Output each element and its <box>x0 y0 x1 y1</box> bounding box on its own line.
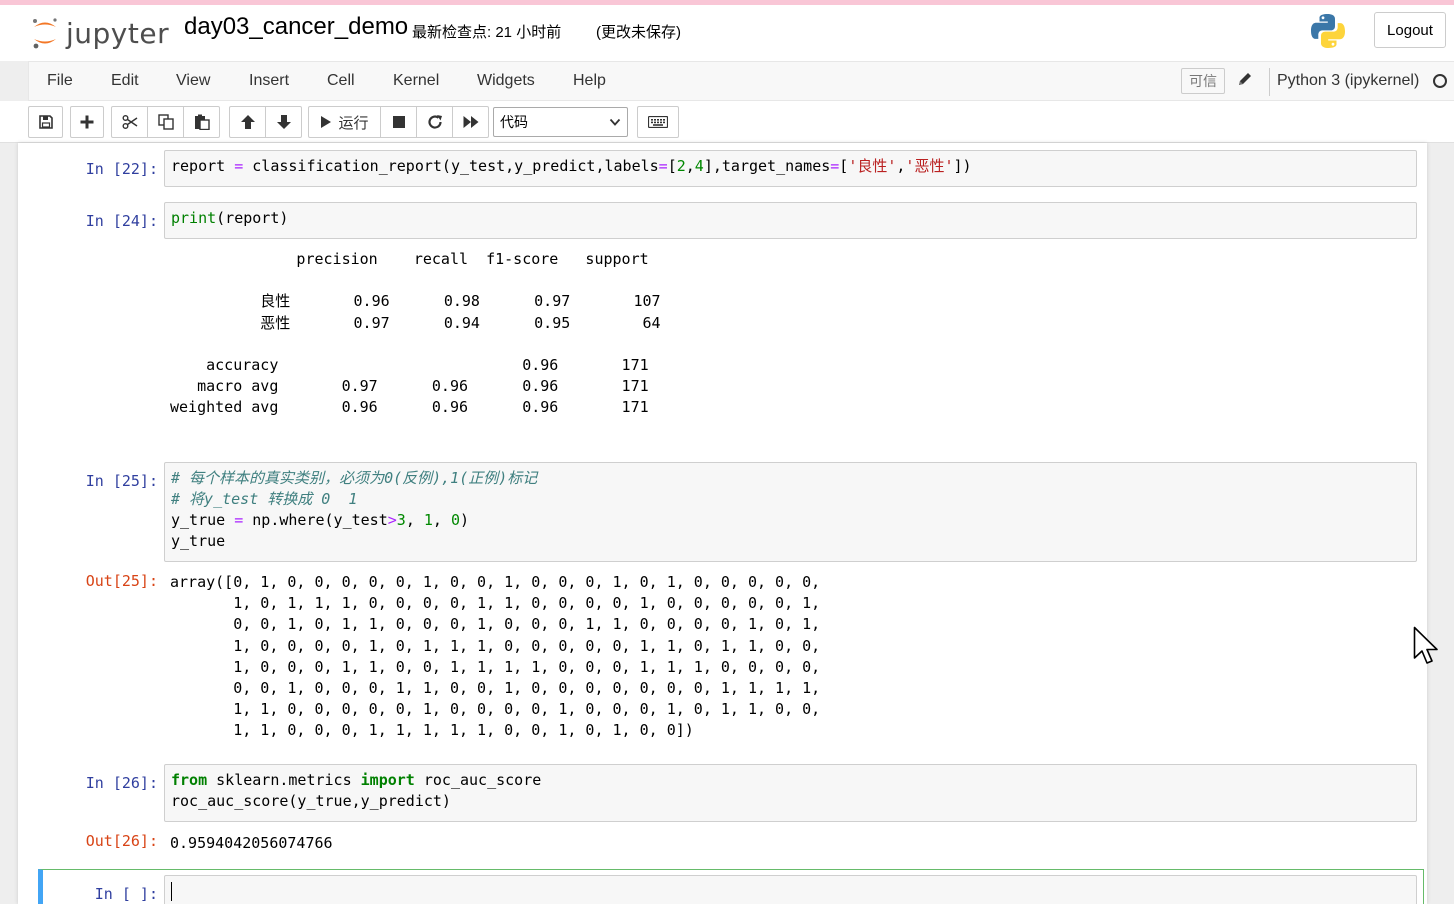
checkpoint-status: 最新检查点: 21 小时前 <box>412 24 562 41</box>
cell-type-select[interactable]: 代码 <box>493 107 628 137</box>
toolbar: 运行 代码 <box>0 101 1454 143</box>
copy-button[interactable] <box>147 106 184 138</box>
move-up-button[interactable] <box>229 106 266 138</box>
notebook-name[interactable]: day03_cancer_demo <box>184 13 408 41</box>
code-text: report = classification_report(y_test,y_… <box>171 157 972 175</box>
code-editor[interactable]: report = classification_report(y_test,y_… <box>164 150 1417 187</box>
jupyter-logo-icon <box>33 18 57 49</box>
mouse-pointer-icon <box>1413 626 1438 664</box>
copy-icon <box>157 114 174 130</box>
plus-icon <box>80 115 94 129</box>
menu-cell[interactable]: Cell <box>327 72 355 90</box>
restart-run-all-button[interactable] <box>452 106 489 138</box>
input-prompt: In [ ]: <box>94 885 158 903</box>
code-editor-active[interactable] <box>164 875 1417 904</box>
kernel-name[interactable]: Python 3 (ipykernel) <box>1277 72 1419 90</box>
trusted-indicator[interactable]: 可信 <box>1181 68 1225 94</box>
paste-button[interactable] <box>183 106 220 138</box>
stop-icon <box>392 116 405 128</box>
menu-view[interactable]: View <box>176 72 210 90</box>
logo-text: jupyter <box>66 16 170 50</box>
save-button[interactable] <box>28 106 63 138</box>
command-palette-button[interactable] <box>637 106 679 138</box>
logout-button[interactable]: Logout <box>1374 12 1446 48</box>
input-prompt: In [22]: <box>85 160 158 178</box>
cut-button[interactable] <box>111 106 148 138</box>
menu-help[interactable]: Help <box>573 72 606 90</box>
pencil-icon[interactable] <box>1237 71 1253 87</box>
keyboard-icon <box>648 116 668 128</box>
arrow-down-icon <box>276 115 291 129</box>
code-text: print(report) <box>171 209 289 227</box>
play-icon <box>321 116 332 128</box>
code-text: # 每个样本的真实类别，必须为0(反例),1(正例)标记 # 将y_test 转… <box>171 469 538 550</box>
move-down-button[interactable] <box>265 106 302 138</box>
execute-result: array([0, 1, 0, 0, 0, 0, 0, 1, 0, 0, 1, … <box>170 573 821 740</box>
output-prompt: Out[26]: <box>85 832 158 850</box>
notebook-container: In [22]: report = classification_report(… <box>18 143 1427 904</box>
code-editor[interactable]: # 每个样本的真实类别，必须为0(反例),1(正例)标记 # 将y_test 转… <box>164 462 1417 562</box>
restart-button[interactable] <box>416 106 453 138</box>
run-label: 运行 <box>338 114 369 132</box>
code-text: from sklearn.metrics import roc_auc_scor… <box>171 771 542 810</box>
chevron-down-icon <box>609 118 621 126</box>
menu-widgets[interactable]: Widgets <box>477 72 535 90</box>
jupyter-logo[interactable]: jupyter <box>30 13 169 53</box>
input-prompt: In [25]: <box>85 472 158 490</box>
arrow-up-icon <box>240 115 255 129</box>
execute-result: 0.9594042056074766 <box>170 834 333 852</box>
input-prompt: In [26]: <box>85 774 158 792</box>
paste-icon <box>194 114 210 130</box>
menu-insert[interactable]: Insert <box>249 72 289 90</box>
text-cursor <box>171 882 172 901</box>
fast-forward-icon <box>463 116 478 128</box>
kernel-separator <box>1269 68 1270 96</box>
autosave-status: (更改未保存) <box>596 24 681 41</box>
insert-cell-button[interactable] <box>70 106 104 138</box>
stream-output: precision recall f1-score support 良性 0.9… <box>170 250 661 417</box>
header: jupyter day03_cancer_demo 最新检查点: 21 小时前 … <box>0 5 1454 61</box>
input-prompt: In [24]: <box>85 212 158 230</box>
kernel-status-icon <box>1433 74 1447 88</box>
menu-file[interactable]: File <box>47 72 73 90</box>
code-editor[interactable]: from sklearn.metrics import roc_auc_scor… <box>164 764 1417 822</box>
output-prompt: Out[25]: <box>85 572 158 590</box>
python-logo-icon <box>1311 14 1345 48</box>
scissors-icon <box>122 115 137 129</box>
menu-edit[interactable]: Edit <box>111 72 139 90</box>
cell-type-value: 代码 <box>500 114 528 130</box>
save-icon <box>38 115 53 129</box>
menubar: File Edit View Insert Cell Kernel Widget… <box>28 61 1454 101</box>
restart-icon <box>427 115 442 129</box>
interrupt-button[interactable] <box>380 106 417 138</box>
menu-kernel[interactable]: Kernel <box>393 72 439 90</box>
code-editor[interactable]: print(report) <box>164 202 1417 239</box>
run-button[interactable]: 运行 <box>308 106 381 138</box>
